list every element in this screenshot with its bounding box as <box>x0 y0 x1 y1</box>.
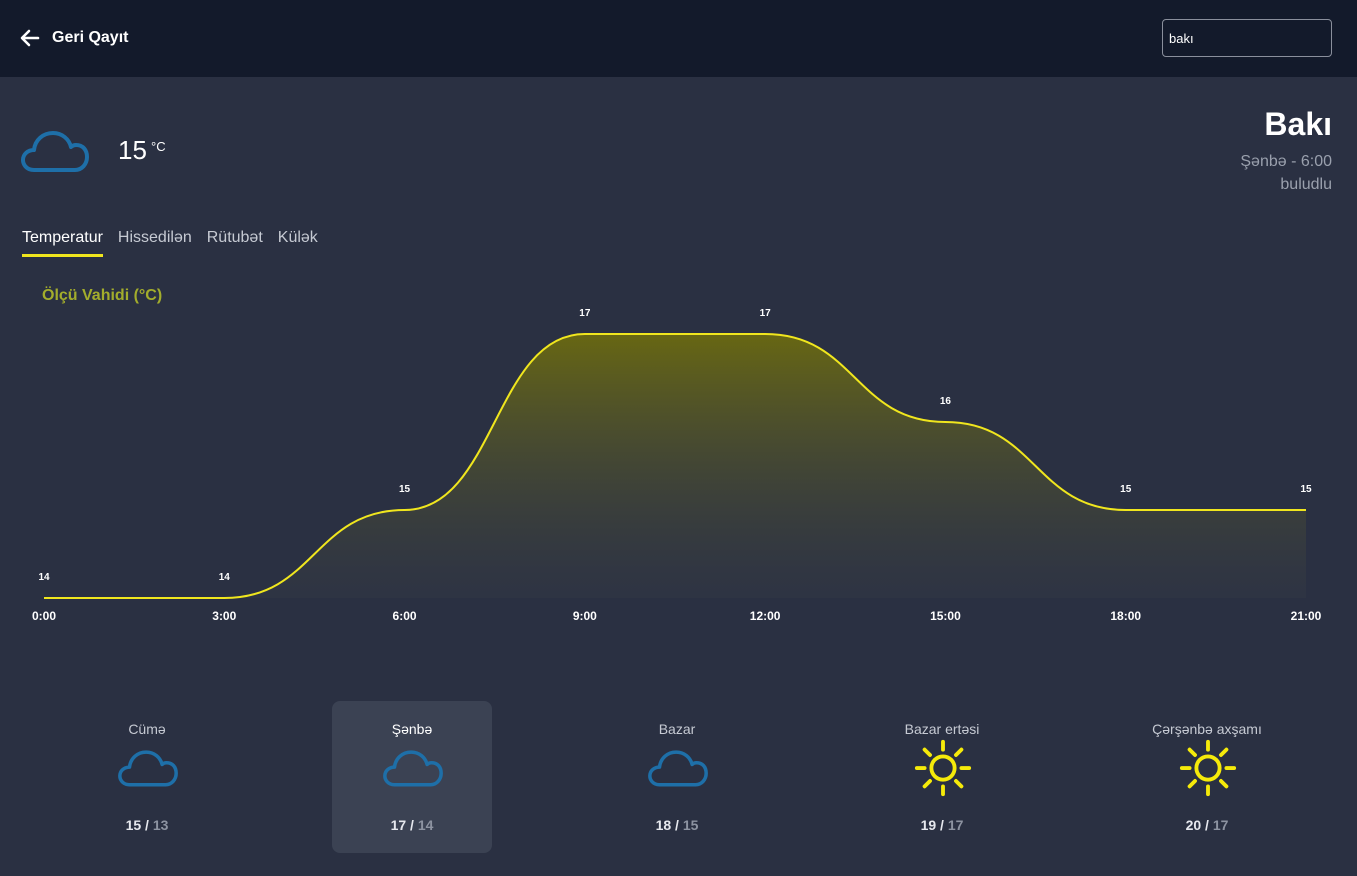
day-card[interactable]: Çərşənbə axşamı 20 / 17 <box>1127 701 1287 853</box>
temp-separator: / <box>406 817 418 833</box>
day-icon <box>647 746 709 795</box>
chart-data-label: 17 <box>760 308 772 319</box>
day-card[interactable]: Şənbə 17 / 14 <box>332 701 492 853</box>
day-name: Bazar <box>658 721 696 737</box>
current-day-time: Şənbə - 6:00 <box>1240 153 1332 170</box>
chart-data-label: 15 <box>1300 484 1312 495</box>
top-bar: Geri Qayıt <box>0 0 1357 77</box>
day-card[interactable]: Bazar ertəsi 19 / 17 <box>862 701 1022 853</box>
search-input[interactable] <box>1162 19 1332 57</box>
tab-temperatur[interactable]: Temperatur <box>22 229 103 257</box>
chart-data-label: 14 <box>219 572 231 583</box>
day-name: Çərşənbə axşamı <box>1152 721 1262 737</box>
chart-x-tick-label: 0:00 <box>32 609 56 623</box>
chart-x-tick-label: 9:00 <box>573 609 597 623</box>
tab-kulek[interactable]: Külək <box>278 229 318 257</box>
day-name: Cümə <box>128 721 166 737</box>
current-weather-icon <box>20 126 90 181</box>
cloud-icon <box>21 131 89 172</box>
tab-rutubet[interactable]: Rütubət <box>207 229 263 257</box>
day-max-temp: 17 <box>390 817 407 833</box>
day-min-temp: 15 <box>682 817 699 833</box>
cloud-icon <box>118 750 178 787</box>
day-icon <box>1177 739 1239 805</box>
day-min-temp: 14 <box>417 817 434 833</box>
back-label: Geri Qayıt <box>52 29 129 46</box>
temperature-chart: 14 14 15 17 17 16 15 15 0:00 3:00 6:00 9:00 12:00 15… <box>32 308 1322 623</box>
day-max-temp: 20 <box>1185 817 1202 833</box>
chart-data-label: 17 <box>579 308 591 319</box>
cloud-icon <box>383 750 443 787</box>
tab-hissedilen[interactable]: Hissedilən <box>118 229 192 257</box>
temp-separator: / <box>1201 817 1213 833</box>
temp-separator: / <box>936 817 948 833</box>
chart-x-tick-label: 6:00 <box>393 609 417 623</box>
arrow-left-icon <box>20 29 40 47</box>
current-temperature: 15 <box>118 135 147 165</box>
sun-icon <box>914 739 972 797</box>
chart-data-label: 15 <box>1120 484 1132 495</box>
tab-bar: Temperatur Hissedilən Rütubət Külək <box>22 229 333 257</box>
sun-icon <box>1179 739 1237 797</box>
current-temperature-unit: °C <box>151 139 166 154</box>
day-card[interactable]: Bazar 18 / 15 <box>597 701 757 853</box>
day-name: Bazar ertəsi <box>904 721 980 737</box>
day-min-temp: 17 <box>1212 817 1229 833</box>
day-icon <box>382 746 444 795</box>
chart-x-tick-label: 18:00 <box>1110 609 1141 623</box>
chart-data-label: 14 <box>38 572 50 583</box>
chart-data-label: 16 <box>940 396 952 407</box>
day-name: Şənbə <box>391 721 433 737</box>
day-temperatures: 19 / 17 <box>862 817 1022 833</box>
day-max-temp: 18 <box>655 817 672 833</box>
chart-x-tick-label: 21:00 <box>1291 609 1322 623</box>
day-temperatures: 17 / 14 <box>332 817 492 833</box>
temp-separator: / <box>671 817 683 833</box>
day-temperatures: 20 / 17 <box>1127 817 1287 833</box>
daily-forecast: Cümə 15 / 13 Şənbə 17 / 14 Bazar 18 / 15… <box>0 701 1357 853</box>
day-card[interactable]: Cümə 15 / 13 <box>67 701 227 853</box>
back-button[interactable]: Geri Qayıt <box>20 27 128 49</box>
cloud-icon <box>648 750 708 787</box>
day-temperatures: 18 / 15 <box>597 817 757 833</box>
chart-x-tick-label: 3:00 <box>212 609 236 623</box>
chart-data-label: 15 <box>399 484 411 495</box>
day-min-temp: 17 <box>947 817 964 833</box>
chart-x-tick-label: 15:00 <box>930 609 961 623</box>
temp-separator: / <box>141 817 153 833</box>
current-condition: buludlu <box>1280 176 1332 193</box>
city-name: Bakı <box>1264 106 1332 142</box>
day-min-temp: 13 <box>152 817 169 833</box>
chart-area <box>44 334 1306 598</box>
day-temperatures: 15 / 13 <box>67 817 227 833</box>
day-icon <box>117 746 179 795</box>
day-max-temp: 19 <box>920 817 937 833</box>
day-icon <box>912 739 974 805</box>
chart-x-tick-label: 12:00 <box>750 609 781 623</box>
day-max-temp: 15 <box>125 817 142 833</box>
